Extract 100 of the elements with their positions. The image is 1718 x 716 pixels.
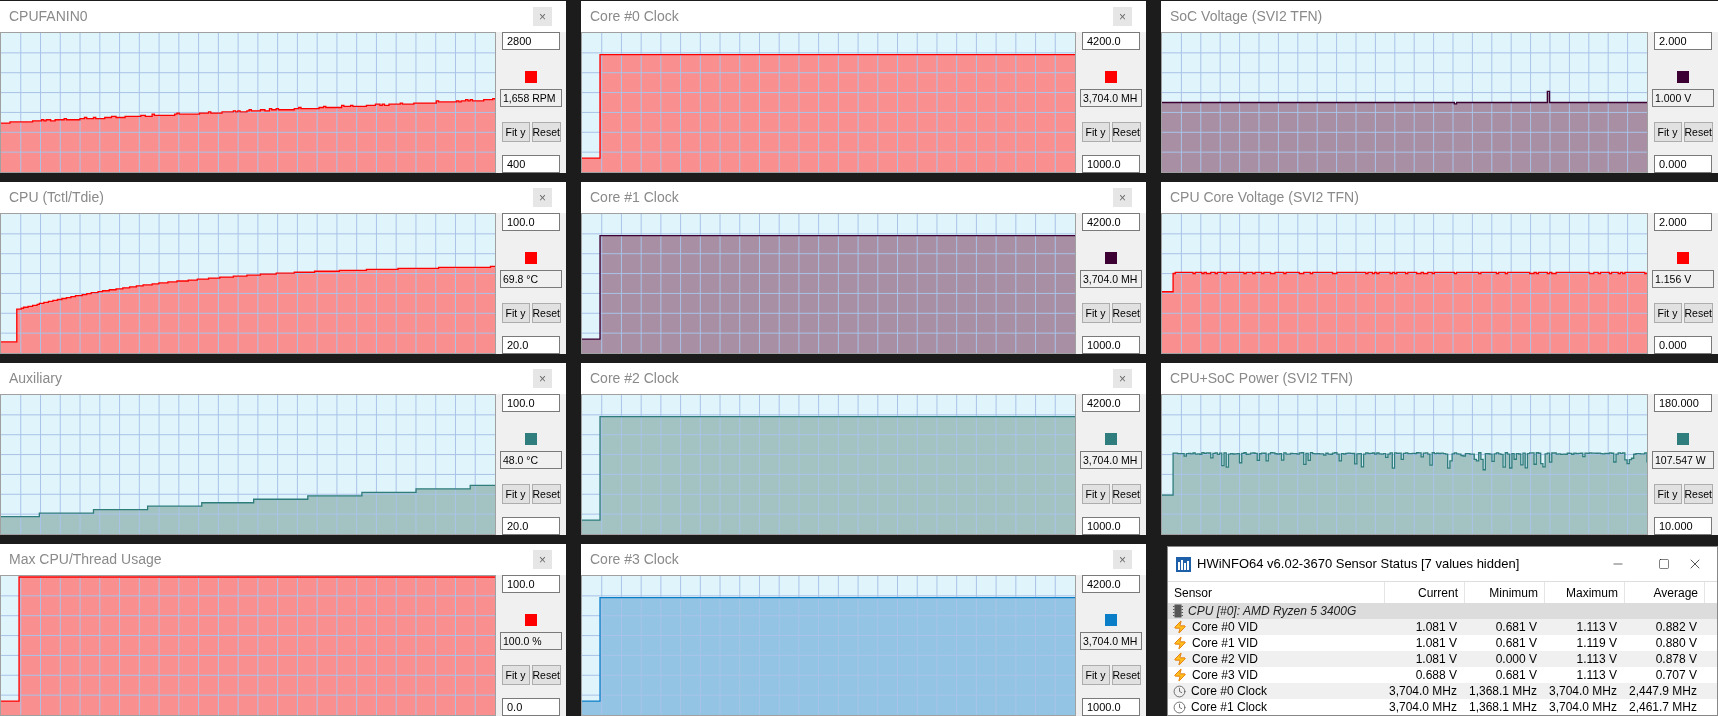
close-button[interactable]: × (533, 7, 552, 26)
color-swatch[interactable] (1105, 252, 1117, 265)
close-button[interactable]: × (1113, 7, 1132, 26)
fit-y-button[interactable]: Fit y (1081, 302, 1110, 323)
table-cell-text: 1.113 V (1576, 651, 1617, 668)
close-button[interactable]: × (1113, 369, 1132, 388)
lightning-icon (1173, 636, 1187, 650)
current-value-field: 69.8 °C (500, 269, 562, 288)
current-value-field: 3,704.0 MH (1080, 631, 1142, 650)
table-cell-text: 0.688 V (1415, 667, 1457, 684)
max-value-field[interactable]: 4200.0 (1082, 394, 1140, 412)
table-cell-text: 1.113 V (1576, 667, 1617, 684)
max-value-field[interactable]: 2.000 (1654, 32, 1712, 50)
table-cell-text: 0.000 V (1495, 651, 1537, 668)
sensor-name: Core #0 Clock (1191, 683, 1268, 700)
fit-y-button[interactable]: Fit y (1081, 121, 1110, 142)
table-cell-text: 2,461.7 MHz (1628, 699, 1697, 715)
min-value-field[interactable]: 20.0 (502, 517, 560, 535)
fit-y-button[interactable]: Fit y (1653, 121, 1682, 142)
reset-button[interactable]: Reset (1683, 302, 1713, 323)
max-value-field[interactable]: 4200.0 (1082, 32, 1140, 50)
close-button[interactable]: × (1113, 550, 1132, 569)
min-value-field[interactable]: 0.000 (1654, 155, 1712, 173)
fit-y-button[interactable]: Fit y (501, 664, 530, 685)
min-value-field[interactable]: 1000.0 (1082, 155, 1140, 173)
clock-icon (1173, 684, 1186, 698)
reset-button[interactable]: Reset (1111, 664, 1141, 685)
color-swatch[interactable] (1105, 433, 1117, 446)
max-value-field[interactable]: 100.0 (502, 394, 560, 412)
reset-button[interactable]: Reset (531, 664, 561, 685)
table-cell-text: 3,704.0 MHz (1388, 699, 1457, 715)
max-value-field[interactable]: 4200.0 (1082, 213, 1140, 231)
window-title: CPUFANIN0 (9, 7, 88, 26)
min-value-field[interactable]: 1000.0 (1082, 517, 1140, 535)
color-swatch[interactable] (525, 614, 537, 627)
reset-button[interactable]: Reset (1111, 302, 1141, 323)
window-title: SoC Voltage (SVI2 TFN) (1170, 7, 1323, 26)
color-swatch[interactable] (1677, 71, 1689, 84)
min-value-field[interactable]: 20.0 (502, 336, 560, 354)
reset-button[interactable]: Reset (531, 121, 561, 142)
close-button[interactable]: × (1113, 188, 1132, 207)
window-title: Core #1 Clock (590, 188, 679, 207)
window-title: CPU (Tctl/Tdie) (9, 188, 104, 207)
reset-button[interactable]: Reset (531, 302, 561, 323)
sensor-group-row[interactable]: CPU [#0]: AMD Ryzen 5 3400G (1168, 603, 1717, 619)
sensor-name: Core #1 Clock (1191, 699, 1268, 715)
table-cell-text: 0.681 V (1495, 619, 1537, 636)
lightning-icon (1173, 620, 1187, 634)
fit-y-button[interactable]: Fit y (1653, 483, 1682, 504)
reset-button[interactable]: Reset (531, 483, 561, 504)
max-value-field[interactable]: 100.0 (502, 575, 560, 593)
current-value-field: 1,658 RPM (500, 88, 562, 107)
min-value-field[interactable]: 1000.0 (1082, 698, 1140, 716)
min-value-field[interactable]: 0.000 (1654, 336, 1712, 354)
window-title: CPU Core Voltage (SVI2 TFN) (1170, 188, 1359, 207)
reset-button[interactable]: Reset (1111, 121, 1141, 142)
color-swatch[interactable] (525, 433, 537, 446)
close-button[interactable]: × (533, 188, 552, 207)
reset-button[interactable]: Reset (1683, 483, 1713, 504)
sensor-name: Core #0 VID (1192, 619, 1259, 636)
sensor-name: Core #2 VID (1192, 651, 1259, 668)
table-cell-text: 0.878 V (1655, 651, 1697, 668)
close-button[interactable]: × (533, 550, 552, 569)
color-swatch[interactable] (525, 71, 537, 84)
chip-icon (1173, 604, 1183, 618)
color-swatch[interactable] (1677, 433, 1689, 446)
table-cell-text: 1.119 V (1576, 635, 1617, 652)
color-swatch[interactable] (1105, 614, 1117, 627)
color-swatch[interactable] (525, 252, 537, 265)
max-value-field[interactable]: 2800 (502, 32, 560, 50)
max-value-field[interactable]: 2.000 (1654, 213, 1712, 231)
current-value-field: 3,704.0 MH (1080, 450, 1142, 469)
close-button[interactable]: × (533, 369, 552, 388)
max-value-field[interactable]: 180.000 (1654, 394, 1712, 412)
fit-y-button[interactable]: Fit y (1653, 302, 1682, 323)
current-value-field: 107.547 W (1652, 450, 1714, 469)
fit-y-button[interactable]: Fit y (501, 302, 530, 323)
min-value-field[interactable]: 0.0 (502, 698, 560, 716)
app-icon (1176, 556, 1191, 572)
table-cell-text: 1.081 V (1415, 651, 1457, 668)
min-value-field[interactable]: 400 (502, 155, 560, 173)
table-cell-text: 0.880 V (1655, 635, 1697, 652)
min-value-field[interactable]: 1000.0 (1082, 336, 1140, 354)
max-value-field[interactable]: 100.0 (502, 213, 560, 231)
fit-y-button[interactable]: Fit y (1081, 664, 1110, 685)
table-cell-text: 1.081 V (1415, 635, 1457, 652)
reset-button[interactable]: Reset (1111, 483, 1141, 504)
color-swatch[interactable] (1105, 71, 1117, 84)
current-value-field: 1.156 V (1652, 269, 1714, 288)
fit-y-button[interactable]: Fit y (1081, 483, 1110, 504)
color-swatch[interactable] (1677, 252, 1689, 265)
table-cell-text: 1,368.1 MHz (1468, 683, 1537, 700)
max-value-field[interactable]: 4200.0 (1082, 575, 1140, 593)
window-title: Core #0 Clock (590, 7, 679, 26)
reset-button[interactable]: Reset (1683, 121, 1713, 142)
window-title: CPU+SoC Power (SVI2 TFN) (1170, 369, 1353, 388)
fit-y-button[interactable]: Fit y (501, 121, 530, 142)
min-value-field[interactable]: 10.000 (1654, 517, 1712, 535)
fit-y-button[interactable]: Fit y (501, 483, 530, 504)
maximize-icon (1658, 558, 1670, 570)
